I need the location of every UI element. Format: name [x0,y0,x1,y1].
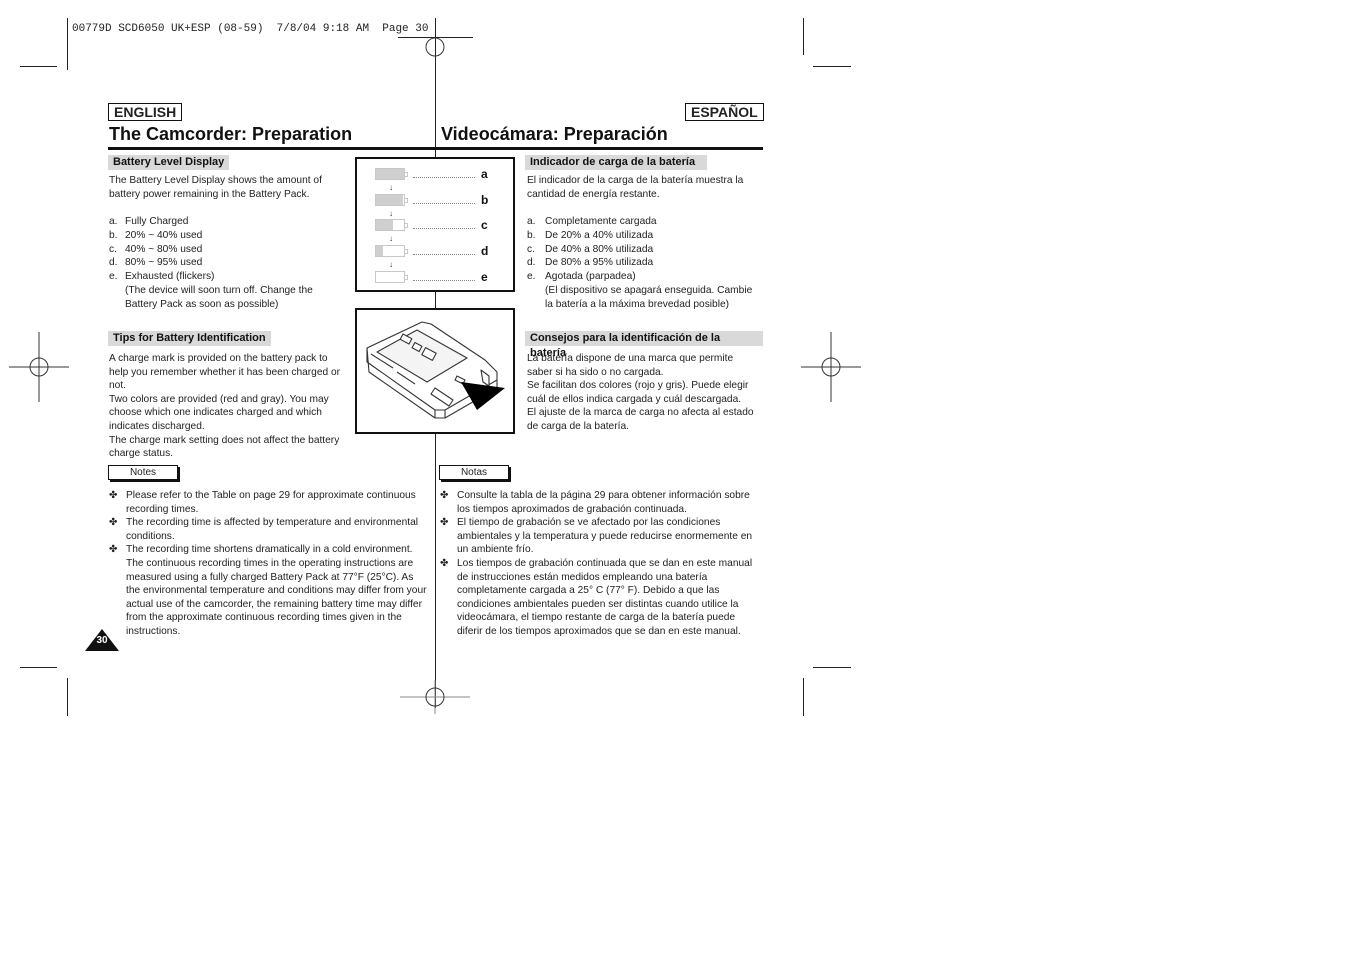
crop-mark [20,667,57,668]
tips-body: A charge mark is provided on the battery… [109,353,341,460]
arrow-down-icon: ↓ [389,209,393,218]
page-title-spanish: Videocámara: Preparación [441,124,668,144]
list-item: d. 80% ~ 95% used [109,257,203,269]
list-item: e. Agotada (parpadea) [527,271,636,283]
arrow-down-icon: ↓ [389,260,393,269]
battery-icon [375,194,408,206]
registration-mark-right [801,332,861,402]
battery-level-row: d [375,244,488,258]
battery-pack-figure [355,308,515,434]
language-label-english: ENGLISH [108,103,183,121]
intro-line: battery power remaining in the Battery P… [109,188,310,200]
battery-level-row: c [375,218,488,232]
list-item: b. De 20% a 40% utilizada [527,229,654,241]
bullet-icon: ✤ [109,544,118,556]
leader-dots [413,171,475,178]
list-item: c. 40% ~ 80% used [109,243,203,255]
notes-list-spanish: ✤ Consulte la tabla de la página 29 para … [440,489,762,639]
notes-label-english: Notes [108,465,178,480]
consejos-body: La batería dispone de una marca que perm… [527,353,754,432]
notes-list-english: ✤ Please refer to the Table on page 29 fo… [109,489,431,639]
printer-slug: 00779D SCD6050 UK+ESP (08-59) 7/8/04 9:1… [72,23,429,35]
bullet-icon: ✤ [109,490,118,501]
list-item: a. Completamente cargada [527,216,657,227]
battery-level-row: b [375,193,488,207]
battery-level-label: d [481,244,489,258]
notes-label-spanish: Notas [439,465,509,480]
note-item: ✤ Consulte la tabla de la página 29 para … [440,490,750,515]
registration-mark-left [9,332,69,402]
section-heading-consejos: Consejos para la identificación de la ba… [525,331,763,359]
battery-level-label: a [481,167,488,181]
battery-icon [375,245,408,257]
leader-dots [413,222,475,229]
battery-level-figure: a ↓ b ↓ c ↓ d ↓ e [355,157,515,292]
bullet-icon: ✤ [109,517,118,529]
list-item: d. De 80% a 95% utilizada [527,257,654,269]
note-item: ✤ The recording time shortens dramaticall… [109,544,427,637]
leader-dots [413,197,475,204]
language-label-spanish: ESPAÑOL [685,103,764,121]
list-item: Battery Pack as soon as possible) [125,298,279,310]
note-item: ✤ Los tiempos de grabación continuada que… [440,557,753,637]
page-title-english: The Camcorder: Preparation [109,124,353,144]
note-item: ✤ El tiempo de grabación se ve afectado p… [440,517,753,556]
battery-level-row: e [375,270,488,284]
leader-dots [413,274,475,281]
bullet-icon: ✤ [440,557,449,569]
crop-mark [803,18,804,55]
list-item: e. Exhausted (flickers) [109,271,215,283]
note-item: ✤ The recording time is affected by tempe… [109,517,419,542]
arrow-down-icon: ↓ [389,183,393,192]
title-rule [108,147,763,150]
crop-mark [803,678,804,716]
battery-level-list: a. Fully Charged b. 20% ~ 40% used c. 40% ~… [109,215,349,312]
section-heading-tips: Tips for Battery Identification [108,331,271,346]
crop-mark [20,66,57,67]
list-item: (El dispositivo se apagará enseguida. Ca… [545,284,753,296]
battery-icon [375,271,408,283]
section-heading-battery-level: Battery Level Display [108,155,230,170]
arrow-down-icon: ↓ [389,234,393,243]
list-item: a. Fully Charged [109,216,189,227]
battery-pack-illustration [366,321,505,419]
bullet-icon: ✤ [440,517,449,529]
battery-level-label: e [481,270,488,284]
crop-mark [67,18,68,70]
battery-level-label: c [481,218,488,232]
registration-mark-bottom [400,680,470,714]
indicador-list: a. Completamente cargada b. De 20% a 40% u… [527,215,767,312]
section-heading-indicador: Indicador de carga de la batería [525,155,707,170]
battery-level-row: a [375,167,488,181]
list-item: c. De 40% a 80% utilizada [527,243,654,255]
page-number: 30 [96,635,108,646]
crop-mark [813,66,851,67]
battery-icon [375,219,408,231]
battery-icon [375,168,408,180]
indicador-intro: El indicador de la carga de la batería m… [527,175,744,200]
note-item: ✤ Please refer to the Table on page 29 fo… [109,490,416,515]
bullet-icon: ✤ [440,490,449,501]
battery-level-label: b [481,193,489,207]
battery-level-intro: The Battery Level Display shows the amou… [109,174,349,201]
list-item: b. 20% ~ 40% used [109,229,203,241]
list-item: la batería a la máxima brevedad posible) [545,298,730,310]
crop-mark [67,678,68,716]
list-item: (The device will soon turn off. Change t… [125,284,313,296]
registration-mark-top [425,37,445,57]
intro-line: The Battery Level Display shows the amou… [109,175,322,186]
leader-dots [413,248,475,255]
crop-mark [813,667,851,668]
